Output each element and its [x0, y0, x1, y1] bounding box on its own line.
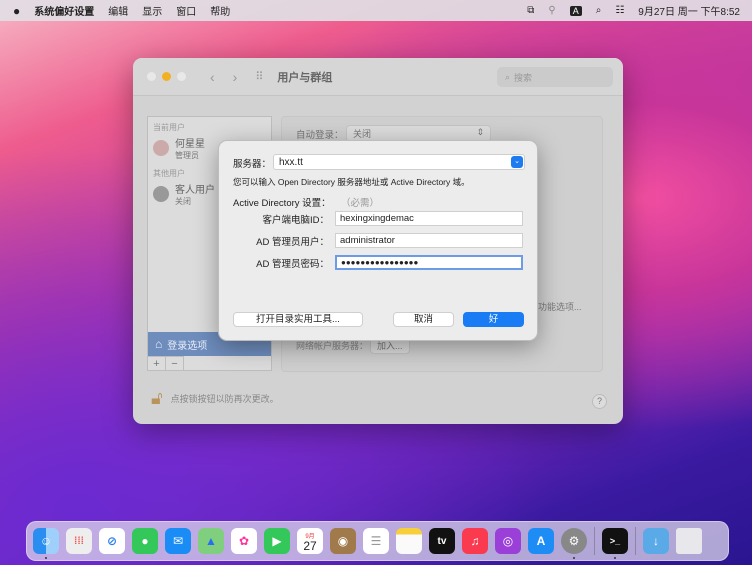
remove-user-button[interactable]: − [166, 357, 184, 371]
add-user-button[interactable]: + [148, 357, 166, 371]
finder-icon[interactable]: ☺ [33, 528, 59, 559]
lock-area: 🔓︎ 点按锁按钮以防再次更改。 [151, 388, 279, 409]
tv-icon[interactable]: tv [429, 528, 455, 554]
title-bar: ‹ › ⠿ 用户与群组 ⌕ 搜索 [133, 58, 623, 96]
network-account-dialog: 服务器： hxx.tt ⌄ 您可以输入 Open Directory 服务器地址或… [218, 140, 538, 341]
server-combobox[interactable]: hxx.tt ⌄ [273, 154, 525, 170]
podcasts-icon[interactable]: ◎ [495, 528, 521, 554]
minimize-button[interactable] [162, 72, 171, 81]
close-button[interactable] [147, 72, 156, 81]
server-label: 服务器： [233, 159, 272, 170]
search-icon: ⌕ [505, 71, 511, 82]
reminders-icon[interactable]: ☰ [363, 528, 389, 554]
accessibility-options-button[interactable]: 功能选项... [532, 299, 588, 314]
lock-open-icon[interactable]: 🔓︎ [151, 388, 163, 409]
messages-icon[interactable]: ● [132, 528, 158, 554]
terminal-icon[interactable]: >_ [602, 528, 628, 559]
admin-user-input[interactable]: administrator [335, 233, 523, 248]
window-title: 用户与群组 [277, 71, 333, 84]
safari-icon[interactable]: ⊘ [99, 528, 125, 554]
control-center-icon[interactable]: ☷ [615, 5, 624, 16]
ad-settings-label: Active Directory 设置： [233, 198, 331, 209]
app-store-icon[interactable]: A [528, 528, 554, 554]
system-preferences-icon[interactable]: ⚙ [561, 528, 587, 559]
menu-window[interactable]: 窗口 [176, 3, 196, 18]
forward-icon[interactable]: › [233, 69, 238, 85]
dock-divider [635, 527, 636, 555]
calendar-icon[interactable]: 9月 27 [297, 528, 323, 554]
launchpad-icon[interactable]: ⁞⁞⁞ [66, 528, 92, 554]
menu-help[interactable]: 帮助 [210, 3, 230, 18]
maps-icon[interactable]: ▲ [198, 528, 224, 554]
avatar [153, 186, 169, 202]
facetime-icon[interactable]: ▶ [264, 528, 290, 554]
open-directory-utility-button[interactable]: 打开目录实用工具... [233, 312, 363, 327]
contacts-icon[interactable]: ◉ [330, 528, 356, 554]
cancel-button[interactable]: 取消 [393, 312, 454, 327]
client-id-input[interactable]: hexingxingdemac [335, 211, 523, 226]
grid-icon[interactable]: ⠿ [255, 70, 263, 83]
ok-button[interactable]: 好 [463, 312, 524, 327]
help-button[interactable]: ? [592, 394, 607, 409]
wifi-icon[interactable]: ⚲ [548, 5, 555, 16]
admin-password-input[interactable]: ●●●●●●●●●●●●●●●● [335, 255, 523, 270]
menu-edit[interactable]: 编辑 [108, 3, 128, 18]
zoom-button[interactable] [177, 72, 186, 81]
apple-icon[interactable]: ● [13, 4, 20, 18]
spotlight-icon[interactable]: ⌕ [596, 5, 602, 16]
screen-mirror-icon[interactable]: ⧉ [527, 5, 534, 16]
menu-bar: ● 系统偏好设置 编辑 显示 窗口 帮助 ⧉ ⚲ A ⌕ ☷ 9月27日 周一 … [0, 0, 752, 21]
menu-app[interactable]: 系统偏好设置 [34, 3, 94, 18]
music-icon[interactable]: ♫ [462, 528, 488, 554]
current-users-header: 当前用户 [153, 123, 185, 132]
server-hint: 您可以输入 Open Directory 服务器地址或 Active Direc… [233, 177, 470, 187]
downloads-folder-icon[interactable]: ↓ [643, 528, 669, 554]
clock[interactable]: 9月27日 周一 下午8:52 [638, 3, 740, 18]
back-icon[interactable]: ‹ [210, 69, 215, 85]
chevron-down-icon[interactable]: ⌄ [511, 156, 523, 168]
menu-view[interactable]: 显示 [142, 3, 162, 18]
auto-login-label: 自动登录： [296, 130, 344, 141]
dock: ☺ ⁞⁞⁞ ⊘ ● ✉ ▲ ✿ ▶ 9月 27 ◉ ☰ tv ♫ ◎ A ⚙ >_… [26, 521, 729, 561]
trash-icon[interactable] [676, 528, 702, 554]
input-method-icon[interactable]: A [569, 5, 582, 16]
required-note: （必需） [341, 198, 380, 209]
admin-password-label: AD 管理员密码： [256, 258, 329, 270]
avatar [153, 140, 169, 156]
notes-icon[interactable] [396, 528, 422, 554]
mail-icon[interactable]: ✉ [165, 528, 191, 554]
admin-user-label: AD 管理员用户： [256, 236, 329, 248]
client-id-label: 客户端电脑ID： [262, 214, 329, 226]
dock-divider [594, 527, 595, 555]
search-input[interactable]: ⌕ 搜索 [497, 67, 613, 87]
photos-icon[interactable]: ✿ [231, 528, 257, 554]
house-icon: ⌂ [155, 337, 163, 351]
